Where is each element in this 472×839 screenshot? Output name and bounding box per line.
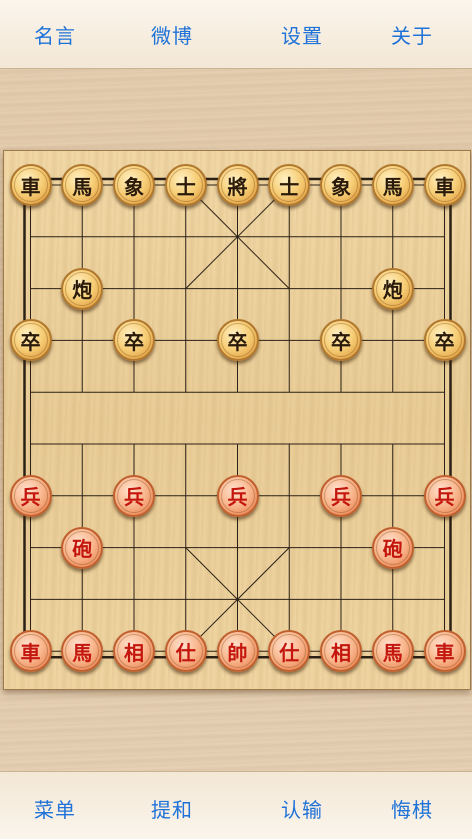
- piece-label: 士: [272, 168, 307, 202]
- menu-button[interactable]: 菜单: [5, 794, 105, 823]
- black-piece[interactable]: 士: [164, 164, 207, 206]
- black-piece[interactable]: 馬: [61, 164, 104, 206]
- piece-label: 兵: [117, 478, 151, 513]
- piece-label: 兵: [220, 478, 255, 513]
- piece-label: 卒: [13, 323, 48, 358]
- piece-label: 仕: [272, 634, 307, 669]
- piece-label: 仕: [168, 634, 203, 669]
- black-piece[interactable]: 象: [320, 164, 362, 206]
- weibo-button[interactable]: 微博: [122, 20, 222, 49]
- piece-label: 將: [220, 168, 255, 202]
- red-piece[interactable]: 兵: [113, 474, 155, 517]
- black-piece[interactable]: 馬: [371, 164, 414, 206]
- black-piece[interactable]: 將: [216, 164, 259, 206]
- piece-label: 象: [117, 168, 151, 202]
- red-piece[interactable]: 馬: [371, 630, 414, 673]
- black-piece[interactable]: 卒: [216, 319, 259, 362]
- black-piece[interactable]: 象: [113, 164, 155, 206]
- piece-label: 士: [168, 168, 203, 202]
- piece-label: 砲: [65, 530, 100, 565]
- board-grid: [23, 177, 452, 659]
- black-piece[interactable]: 卒: [9, 319, 52, 362]
- piece-label: 卒: [220, 323, 255, 358]
- piece-label: 相: [117, 634, 151, 669]
- red-piece[interactable]: 兵: [320, 474, 362, 517]
- red-piece[interactable]: 仕: [164, 630, 207, 673]
- piece-label: 卒: [324, 323, 358, 358]
- red-piece[interactable]: 兵: [216, 474, 259, 517]
- piece-label: 馬: [375, 634, 410, 669]
- piece-label: 卒: [117, 323, 151, 358]
- piece-label: 炮: [65, 271, 100, 306]
- resign-button[interactable]: 认输: [252, 794, 352, 823]
- top-toolbar: 名言 微博 设置 关于: [0, 0, 472, 69]
- black-piece[interactable]: 車: [9, 164, 52, 206]
- black-piece[interactable]: 卒: [423, 319, 466, 362]
- settings-button[interactable]: 设置: [252, 20, 352, 49]
- red-piece[interactable]: 砲: [371, 526, 414, 569]
- piece-label: 兵: [13, 478, 48, 513]
- piece-label: 馬: [65, 168, 100, 202]
- piece-label: 炮: [375, 271, 410, 306]
- piece-label: 兵: [427, 478, 462, 513]
- piece-label: 兵: [324, 478, 358, 513]
- piece-label: 卒: [427, 323, 462, 358]
- red-piece[interactable]: 兵: [9, 474, 52, 517]
- piece-label: 車: [427, 634, 462, 669]
- red-piece[interactable]: 車: [9, 630, 52, 673]
- piece-label: 車: [13, 634, 48, 669]
- black-piece[interactable]: 炮: [61, 267, 104, 310]
- red-piece[interactable]: 帥: [216, 630, 259, 673]
- xiangqi-board[interactable]: 車馬象士將士象馬車炮炮卒卒卒卒卒兵兵兵兵兵砲砲車馬相仕帥仕相馬車: [3, 150, 471, 690]
- piece-label: 相: [324, 634, 358, 669]
- black-piece[interactable]: 車: [423, 164, 466, 206]
- red-piece[interactable]: 砲: [61, 526, 104, 569]
- bottom-toolbar: 菜单 提和 认输 悔棋: [0, 771, 472, 839]
- piece-label: 帥: [220, 634, 255, 669]
- red-piece[interactable]: 相: [113, 630, 155, 673]
- quotes-button[interactable]: 名言: [5, 20, 105, 49]
- piece-label: 馬: [65, 634, 100, 669]
- black-piece[interactable]: 炮: [371, 267, 414, 310]
- piece-label: 車: [13, 168, 48, 202]
- black-piece[interactable]: 士: [268, 164, 311, 206]
- undo-move-button[interactable]: 悔棋: [362, 794, 462, 823]
- piece-label: 車: [427, 168, 462, 202]
- red-piece[interactable]: 兵: [423, 474, 466, 517]
- about-button[interactable]: 关于: [362, 20, 462, 49]
- piece-label: 砲: [375, 530, 410, 565]
- red-piece[interactable]: 相: [320, 630, 362, 673]
- piece-label: 馬: [375, 168, 410, 202]
- red-piece[interactable]: 車: [423, 630, 466, 673]
- piece-label: 象: [324, 168, 358, 202]
- propose-draw-button[interactable]: 提和: [122, 794, 222, 823]
